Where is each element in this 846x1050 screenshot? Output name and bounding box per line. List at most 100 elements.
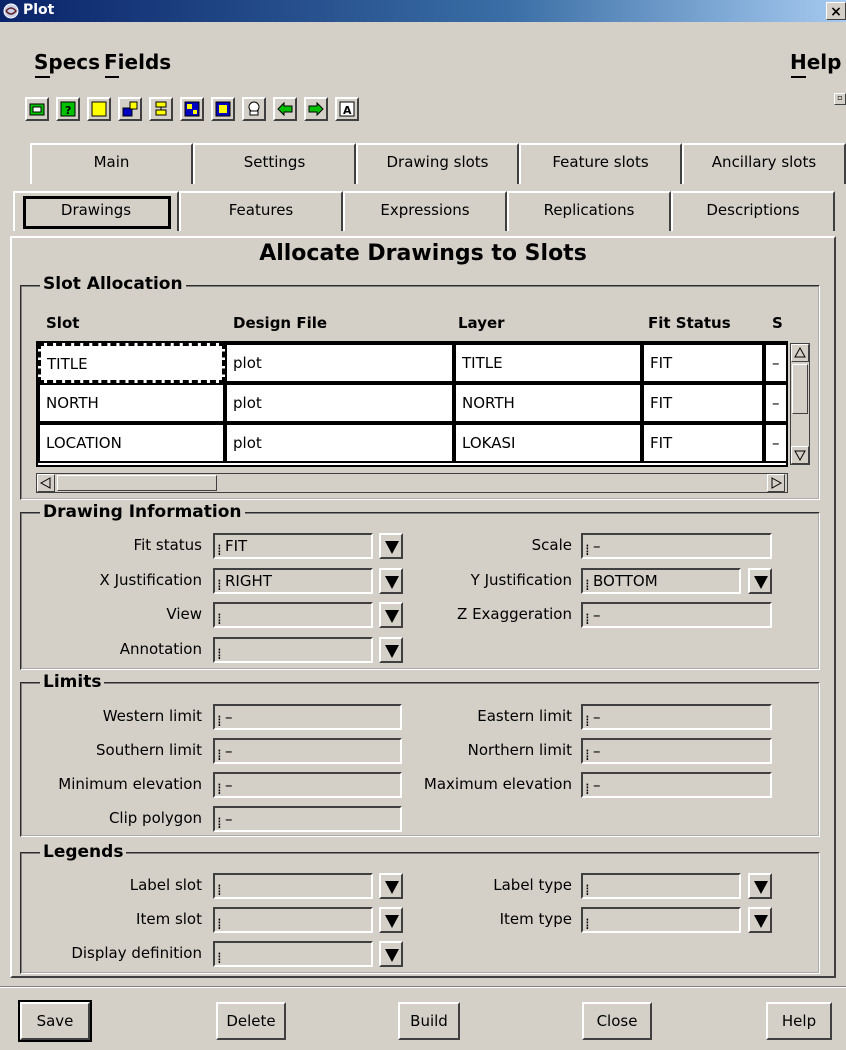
menu-help[interactable]: Help (790, 50, 841, 74)
scroll-right-icon[interactable] (767, 474, 785, 492)
design-file-icon[interactable] (25, 97, 49, 121)
close-window-button[interactable]: × (826, 2, 846, 20)
tab-feature-slots-label: Feature slots (552, 153, 649, 171)
minimum-elevation-label: Minimum elevation (58, 775, 202, 793)
table-cell[interactable]: – (764, 383, 786, 423)
label-type-field[interactable]: ⁞ (581, 873, 741, 899)
text-cursor-icon: ⁞ (585, 540, 590, 559)
tab-features[interactable]: Features (179, 191, 343, 231)
scale-field[interactable]: ⁞ – (581, 533, 772, 559)
annotation-field[interactable]: ⁞ (213, 637, 373, 663)
tab-expressions-label: Expressions (380, 201, 470, 219)
northern-limit-label: Northern limit (467, 741, 572, 759)
tab-drawing-slots-label: Drawing slots (386, 153, 489, 171)
table-cell[interactable]: TITLE (454, 343, 642, 383)
eastern-limit-field[interactable]: ⁞ – (581, 704, 772, 730)
z-exaggeration-field[interactable]: ⁞ – (581, 602, 772, 628)
scroll-down-icon[interactable] (791, 446, 809, 464)
table-cell[interactable]: NORTH (38, 383, 225, 423)
display-definition-field[interactable]: ⁞ (213, 941, 373, 967)
eastern-limit-label: Eastern limit (477, 707, 572, 725)
tab-drawing-slots[interactable]: Drawing slots (356, 143, 519, 184)
text-cursor-icon: ⁞ (217, 914, 222, 933)
stamp-icon[interactable] (242, 97, 266, 121)
table-horizontal-scrollbar[interactable] (36, 473, 788, 493)
tab-settings[interactable]: Settings (193, 143, 356, 184)
clip-polygon-field[interactable]: ⁞ – (213, 806, 402, 832)
delete-button[interactable]: Delete (216, 1002, 286, 1040)
move-icon[interactable] (118, 97, 142, 121)
label-slot-label: Label slot (129, 876, 202, 894)
minimum-elevation-value: – (225, 776, 233, 794)
label-slot-field[interactable]: ⁞ (213, 873, 373, 899)
table-vertical-scrollbar[interactable] (790, 343, 810, 465)
y-justification-dropdown-icon[interactable] (748, 568, 772, 594)
western-limit-field[interactable]: ⁞ – (213, 704, 402, 730)
yellow-square-icon[interactable] (87, 97, 111, 121)
text-cursor-icon: ⁞ (217, 609, 222, 628)
tab-replications[interactable]: Replications (507, 191, 671, 231)
x-justification-field[interactable]: ⁞ RIGHT (213, 568, 373, 594)
tab-ancillary-slots[interactable]: Ancillary slots (682, 143, 846, 184)
align-icon[interactable] (149, 97, 173, 121)
view-field[interactable]: ⁞ (213, 602, 373, 628)
southern-limit-label: Southern limit (96, 741, 202, 759)
table-cell[interactable]: – (764, 423, 786, 463)
table-cell[interactable]: LOCATION (38, 423, 225, 463)
y-justification-field[interactable]: ⁞ BOTTOM (581, 568, 741, 594)
display-definition-dropdown-icon[interactable] (379, 941, 403, 967)
northern-limit-field[interactable]: ⁞ – (581, 738, 772, 764)
annotation-dropdown-icon[interactable] (379, 637, 403, 663)
pin-icon[interactable]: ▫ (834, 93, 846, 105)
table-cell[interactable]: – (764, 343, 786, 383)
table-cell[interactable]: FIT (642, 383, 764, 423)
save-button[interactable]: Save (18, 1000, 92, 1042)
table-cell[interactable]: TITLE (38, 343, 225, 383)
select-icon[interactable] (211, 97, 235, 121)
southern-limit-value: – (225, 742, 233, 760)
query-icon[interactable]: ? (56, 97, 80, 121)
label-type-dropdown-icon[interactable] (748, 873, 772, 899)
menu-specs[interactable]: Specs (34, 50, 100, 74)
z-exaggeration-value: – (593, 606, 601, 624)
table-cell[interactable]: plot (225, 343, 454, 383)
scroll-thumb[interactable] (57, 475, 217, 491)
slot-table: TITLE plot TITLE FIT – NORTH plot NORTH … (36, 341, 788, 467)
text-icon[interactable]: A (335, 97, 359, 121)
table-cell[interactable]: plot (225, 383, 454, 423)
scroll-up-icon[interactable] (791, 344, 809, 362)
table-cell[interactable]: FIT (642, 343, 764, 383)
tab-feature-slots[interactable]: Feature slots (519, 143, 682, 184)
back-arrow-icon[interactable] (273, 97, 297, 121)
minimum-elevation-field[interactable]: ⁞ – (213, 772, 402, 798)
text-cursor-icon: ⁞ (217, 813, 222, 832)
build-button[interactable]: Build (398, 1002, 460, 1040)
item-slot-field[interactable]: ⁞ (213, 907, 373, 933)
southern-limit-field[interactable]: ⁞ – (213, 738, 402, 764)
drawing-information-title: Drawing Information (40, 502, 245, 522)
menu-fields[interactable]: Fields (104, 50, 171, 74)
scroll-left-icon[interactable] (37, 474, 55, 492)
tab-descriptions[interactable]: Descriptions (671, 191, 835, 231)
forward-arrow-icon[interactable] (304, 97, 328, 121)
grid-icon[interactable] (180, 97, 204, 121)
menu-fields-label: Fields (104, 50, 172, 74)
table-cell[interactable]: LOKASI (454, 423, 642, 463)
table-cell[interactable]: FIT (642, 423, 764, 463)
legends-title: Legends (40, 842, 127, 862)
fit-status-field[interactable]: ⁞ FIT (213, 533, 373, 559)
table-cell[interactable]: plot (225, 423, 454, 463)
close-button[interactable]: Close (582, 1002, 652, 1040)
text-cursor-icon: ⁞ (585, 779, 590, 798)
table-cell[interactable]: NORTH (454, 383, 642, 423)
label-type-label: Label type (493, 876, 572, 894)
tab-expressions[interactable]: Expressions (343, 191, 507, 231)
scroll-thumb[interactable] (792, 364, 808, 414)
item-type-field[interactable]: ⁞ (581, 907, 741, 933)
help-button[interactable]: Help (766, 1002, 832, 1040)
maximum-elevation-field[interactable]: ⁞ – (581, 772, 772, 798)
maximum-elevation-label: Maximum elevation (423, 775, 572, 793)
text-cursor-icon: ⁞ (585, 745, 590, 764)
tab-main[interactable]: Main (30, 143, 193, 184)
item-type-dropdown-icon[interactable] (748, 907, 772, 933)
